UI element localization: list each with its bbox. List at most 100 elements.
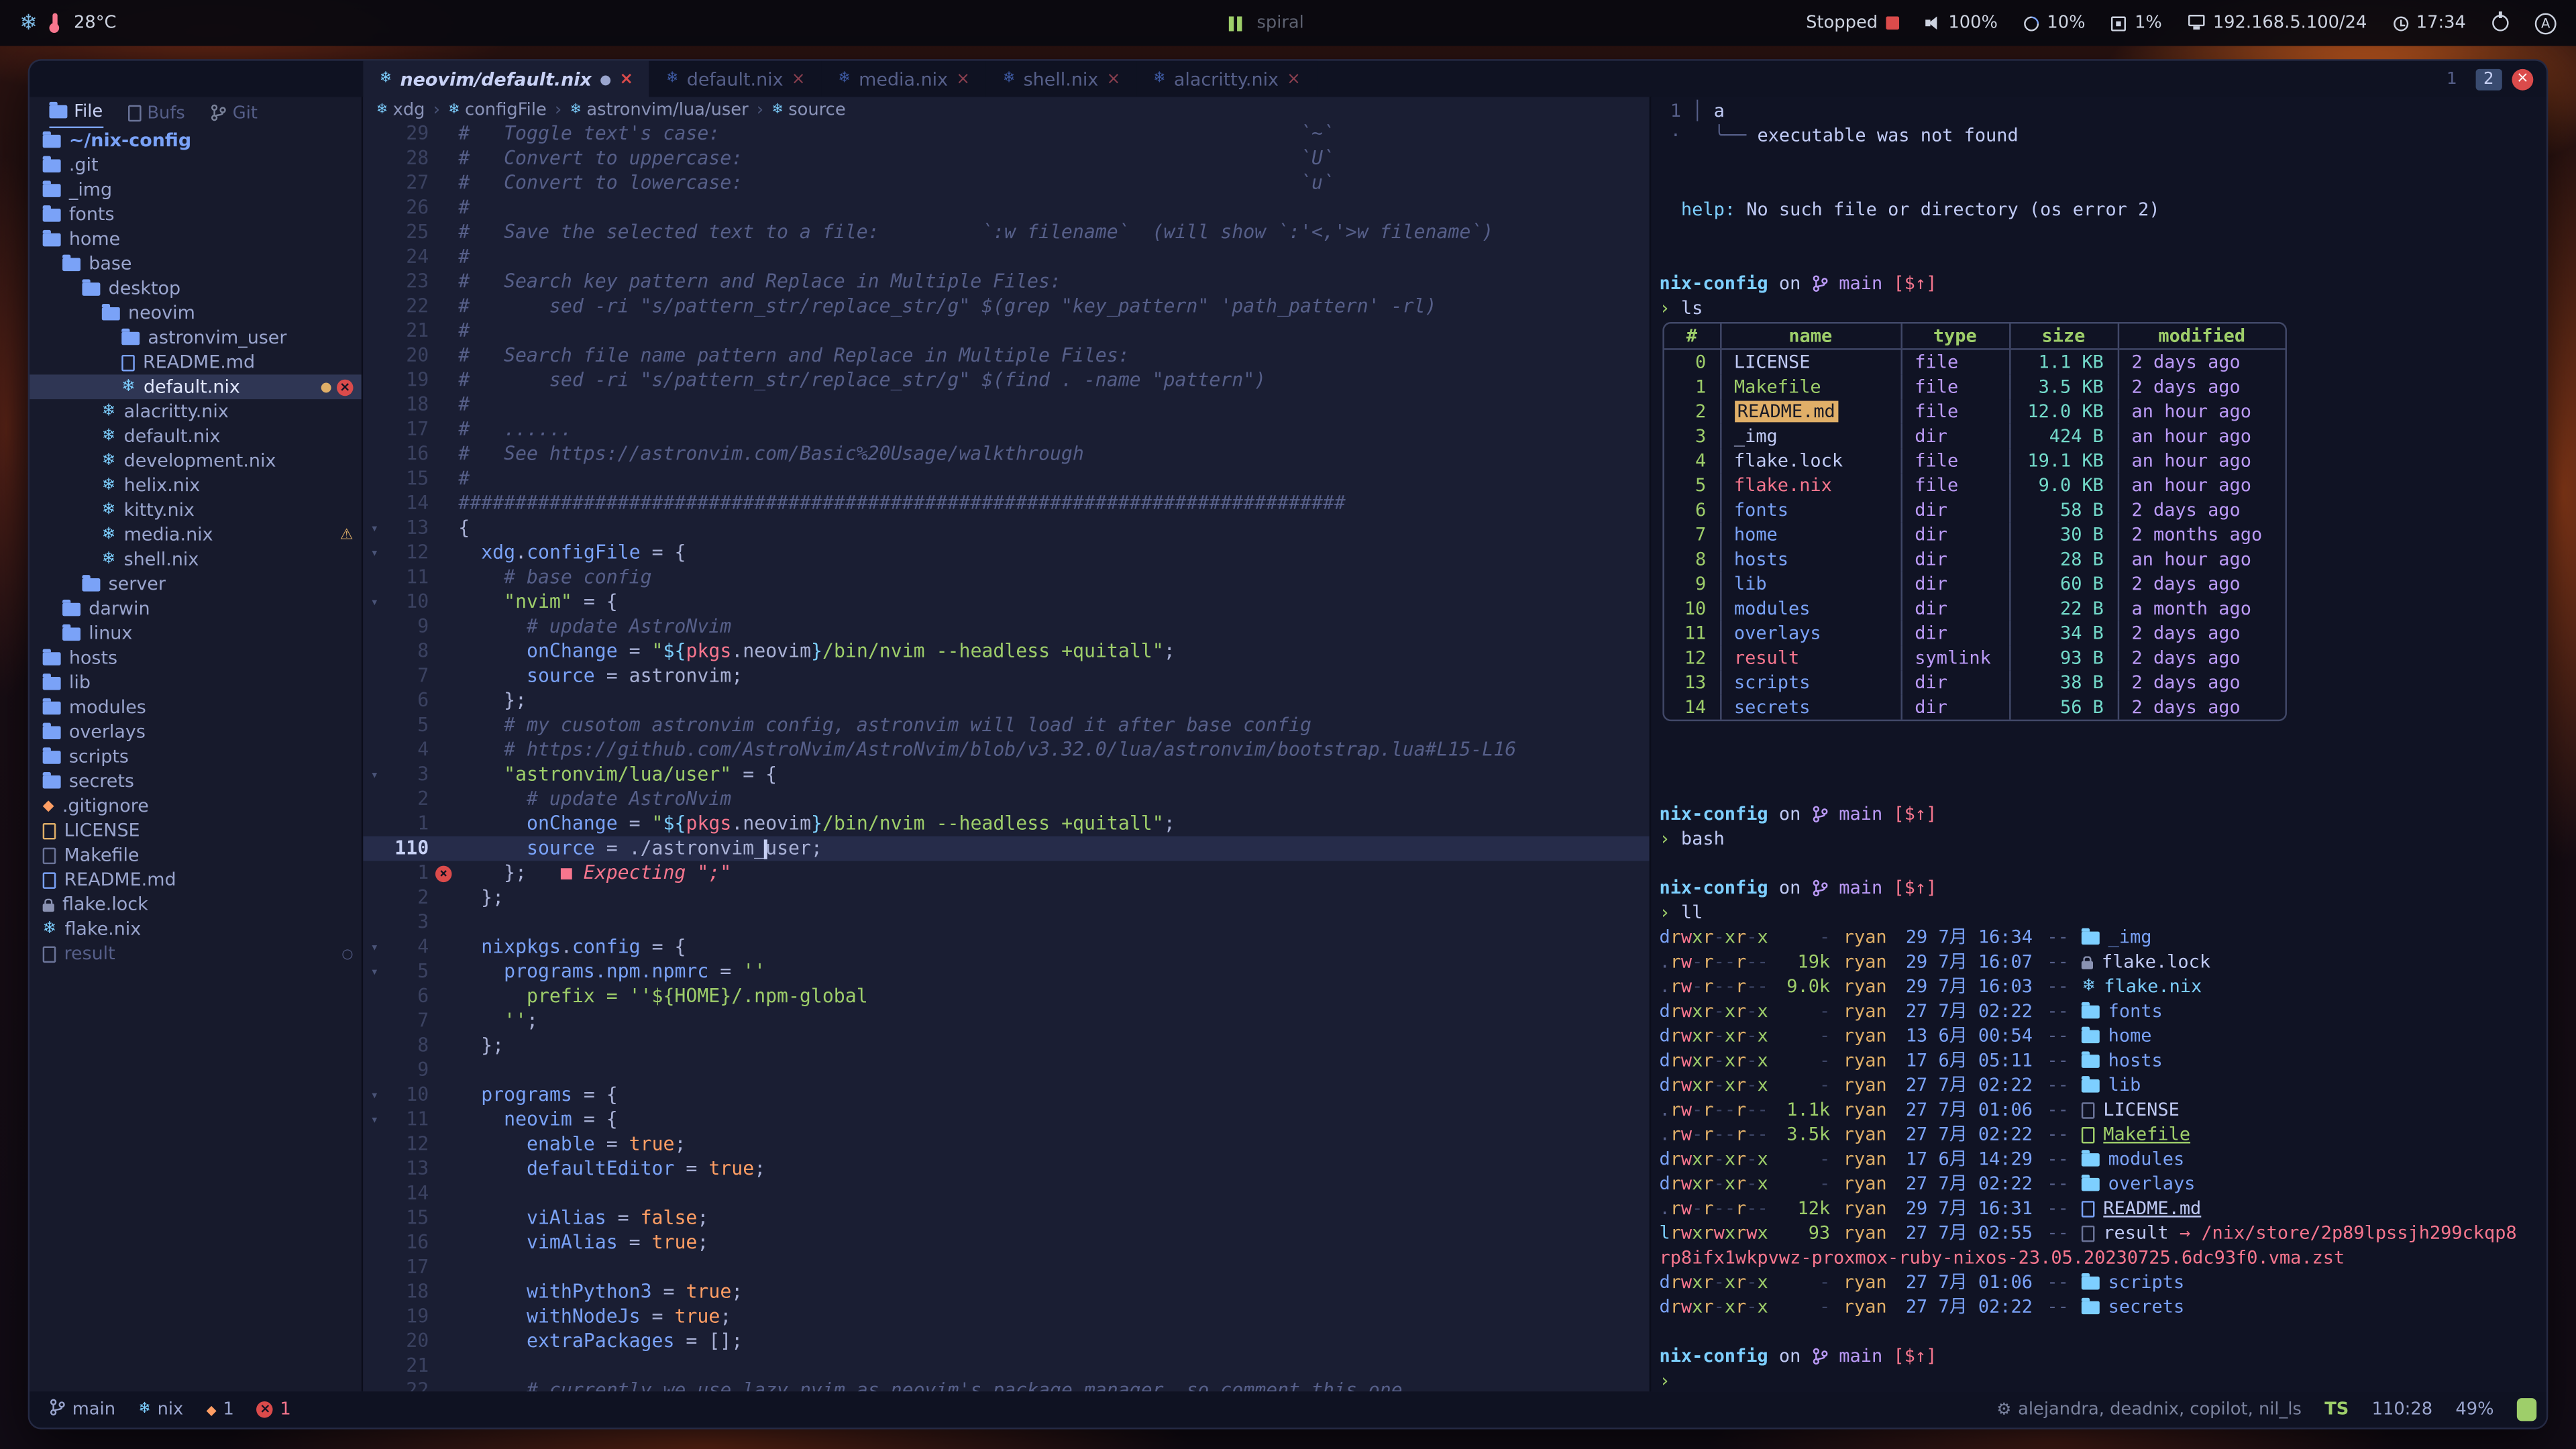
editor-line[interactable]: 110 source = ./astronvim_user; [363,837,1650,861]
tree-item[interactable]: server [30,572,362,596]
network-indicator[interactable]: 192.168.5.100/24 [2188,13,2367,33]
editor-line[interactable]: 20 extraPackages = []; [363,1329,1650,1354]
editor-line[interactable]: 14 [363,1181,1650,1206]
editor-line[interactable]: ▾10 programs = { [363,1083,1650,1108]
tree-item[interactable]: home [30,227,362,252]
tree-item[interactable]: ❄development.nix [30,449,362,474]
volume-indicator[interactable]: 100% [1925,13,1998,33]
breadcrumb-item[interactable]: ❄xdg [376,99,425,119]
editor-line[interactable]: 29# Toggle text's case: `~` [363,121,1650,146]
editor-pane[interactable]: ❄xdg›❄configFile›❄astronvim/lua/user›❄so… [363,97,1650,1391]
editor-line[interactable]: 15# [363,467,1650,492]
recording-indicator[interactable]: Stopped [1806,13,1899,33]
editor-line[interactable]: 7 ''; [363,1009,1650,1034]
memory-indicator[interactable]: 1% [2112,13,2162,33]
tree-item[interactable]: ❄kitty.nix [30,498,362,523]
tree-item[interactable]: ◆.gitignore [30,794,362,818]
power-icon[interactable] [2492,15,2508,31]
editor-line[interactable]: 18# [363,392,1650,417]
fold-icon[interactable]: ▾ [363,762,386,787]
tabline-close-icon[interactable]: × [2512,68,2533,90]
editor-line[interactable]: 1 onChange = "${pkgs.neovim}/bin/nvim --… [363,812,1650,837]
editor-line[interactable]: 21 [363,1354,1650,1379]
editor-line[interactable]: 3 [363,910,1650,935]
tree-root[interactable]: ~/nix-config [30,128,362,153]
editor-line[interactable]: 2 # update AstroNvim [363,787,1650,812]
tree-item[interactable]: result○ [30,941,362,966]
editor-line[interactable]: 17# ...... [363,417,1650,442]
clock[interactable]: 17:34 [2394,13,2466,33]
editor-line[interactable]: 17 [363,1255,1650,1280]
diagnostics[interactable]: × 1 [257,1400,291,1419]
file-explorer[interactable]: FileBufsGit ~/nix-config .git_imgfontsho… [30,97,363,1391]
tree-item[interactable]: modules [30,695,362,720]
editor-line[interactable]: 7 source = astronvim; [363,663,1650,688]
editor-line[interactable]: 9 [363,1058,1650,1083]
tree-item[interactable]: desktop [30,276,362,301]
pause-icon[interactable] [1229,15,1242,30]
editor-line[interactable]: ▾13{ [363,516,1650,541]
fold-icon[interactable]: ▾ [363,959,386,984]
editor-line[interactable]: 25# Save the selected text to a file: `:… [363,220,1650,245]
tree-item[interactable]: flake.lock [30,892,362,917]
editor-line[interactable]: 9 # update AstroNvim [363,614,1650,639]
tree-item[interactable]: base [30,252,362,276]
close-icon[interactable]: × [956,70,970,88]
git-diff-count[interactable]: ◆ 1 [207,1400,234,1419]
tree-item[interactable]: ❄default.nix [30,424,362,449]
explorer-tab-Git[interactable]: Git [210,97,258,128]
tree-item[interactable]: LICENSE [30,818,362,843]
editor-line[interactable]: 19 withNodeJs = true; [363,1304,1650,1329]
breadcrumb-item[interactable]: ❄astronvim/lua/user [570,99,749,119]
tab-1[interactable]: 1 [2438,68,2465,90]
editor-line[interactable]: 19# sed -ri "s/pattern_str/replace_str/g… [363,368,1650,393]
editor-line[interactable]: ▾5 programs.npm.npmrc = '' [363,959,1650,984]
tree-item[interactable]: hosts [30,645,362,670]
buffer-tab-media.nix[interactable]: ❄media.nix× [822,61,986,97]
editor-line[interactable]: 2 }; [363,885,1650,910]
editor-line[interactable]: ▾12 xdg.configFile = { [363,541,1650,566]
tree-item[interactable]: lib [30,670,362,695]
editor-line[interactable]: 22 # currently we use lazy.nvim as neovi… [363,1379,1650,1392]
fold-icon[interactable]: ▾ [363,1108,386,1132]
disk-indicator[interactable]: 10% [2024,13,2085,33]
editor-line[interactable]: 21# [363,319,1650,343]
editor-line[interactable]: 23# Search key pattern and Replace in Mu… [363,270,1650,294]
close-icon[interactable]: × [1107,70,1121,88]
editor-line[interactable]: 18 withPython3 = true; [363,1280,1650,1305]
tab-2[interactable]: 2 [2475,68,2502,90]
editor-line[interactable]: 24# [363,245,1650,270]
tree-item[interactable]: fonts [30,202,362,227]
close-icon[interactable]: × [792,70,806,88]
fold-icon[interactable]: ▾ [363,934,386,959]
tree-item[interactable]: ❄media.nix⚠ [30,523,362,547]
editor-line[interactable]: 16# See https://astronvim.com/Basic%20Us… [363,442,1650,467]
editor-line[interactable]: 8 }; [363,1033,1650,1058]
tree-item[interactable]: Makefile [30,843,362,867]
editor-line[interactable]: 13 defaultEditor = true; [363,1157,1650,1181]
editor-line[interactable]: 26# [363,195,1650,220]
editor-line[interactable]: ▾4 nixpkgs.config = { [363,934,1650,959]
editor-line[interactable]: 12 enable = true; [363,1132,1650,1157]
breadcrumb-item[interactable]: ❄configFile [448,99,547,119]
tree-item[interactable]: ❄flake.nix [30,917,362,942]
editor-line[interactable]: 22# sed -ri "s/pattern_str/replace_str/g… [363,294,1650,319]
editor-line[interactable]: 5 # my cusotom astronvim config, astronv… [363,713,1650,738]
tree-item[interactable]: README.md [30,350,362,375]
tree-item[interactable]: ❄alacritty.nix [30,399,362,424]
fold-icon[interactable]: ▾ [363,541,386,566]
buffer-tab-default.nix[interactable]: ❄default.nix× [650,61,822,97]
buffer-tab-alacritty.nix[interactable]: ❄alacritty.nix× [1137,61,1318,97]
buffer-tab-neovim/default.nix[interactable]: ❄neovim/default.nix●× [363,61,649,97]
tree-item[interactable]: scripts [30,744,362,769]
editor-line[interactable]: 11 # base config [363,565,1650,590]
buffer-tab-shell.nix[interactable]: ❄shell.nix× [986,61,1136,97]
tree-item[interactable]: README.md [30,867,362,892]
editor-line[interactable]: 6 prefix = ''${HOME}/.npm-global [363,984,1650,1009]
close-icon[interactable]: × [1287,70,1301,88]
tree-item[interactable]: .git [30,153,362,178]
editor-line[interactable]: ▾3 "astronvim/lua/user" = { [363,762,1650,787]
editor-line[interactable]: 14######################################… [363,491,1650,516]
close-icon[interactable]: × [619,70,633,88]
explorer-tab-File[interactable]: File [49,97,103,128]
